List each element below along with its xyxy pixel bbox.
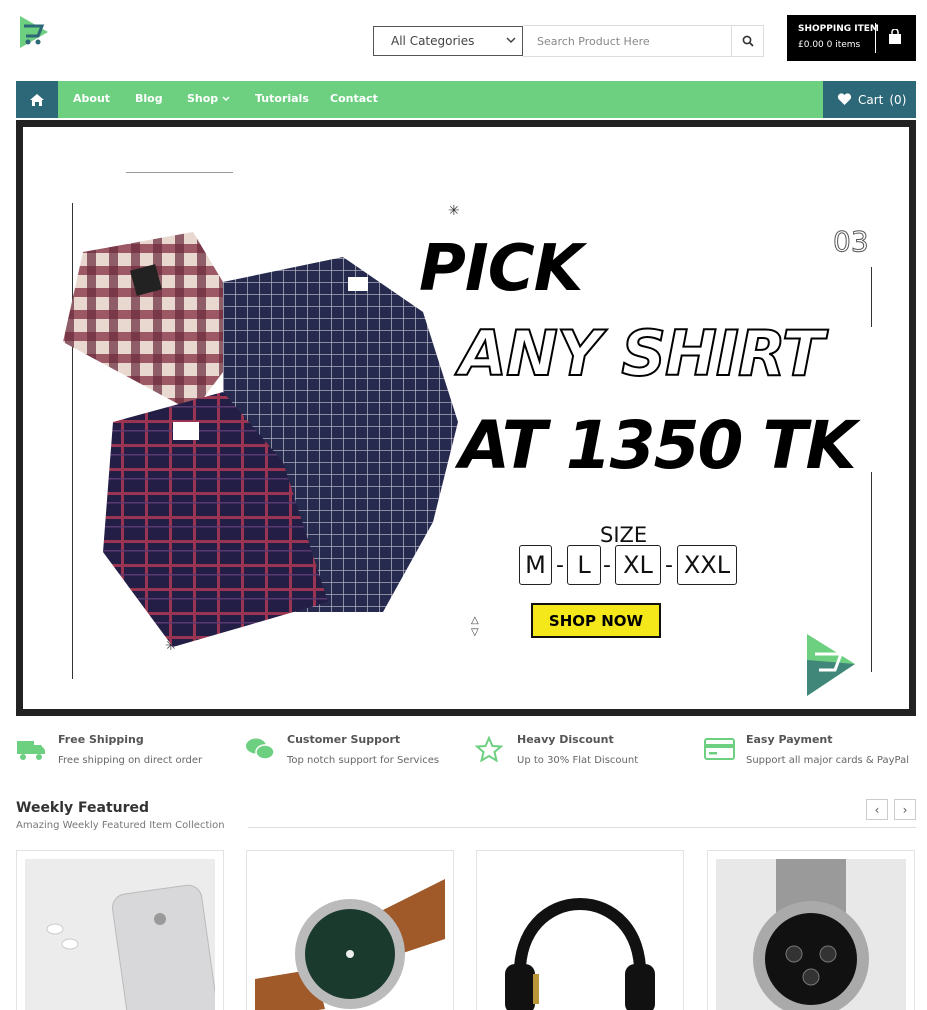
feature-title: Free Shipping [58, 733, 144, 746]
cart-box-title: SHOPPING ITEM [798, 24, 879, 34]
up-down-arrows-icon: △ ▽ [471, 615, 479, 638]
nav-home[interactable] [16, 81, 58, 118]
section-title: Weekly Featured [16, 800, 150, 816]
nav-item-tutorials[interactable]: Tutorials [255, 92, 309, 105]
feature-desc: Top notch support for Services [287, 755, 440, 766]
chevron-down-icon [506, 37, 516, 44]
shopping-cart-summary[interactable]: SHOPPING ITEM £0.00 0 items [787, 15, 916, 61]
product-card[interactable] [476, 850, 684, 1010]
feature-title: Easy Payment [746, 733, 833, 746]
truck-icon [17, 741, 45, 760]
heart-icon [837, 93, 852, 105]
category-select[interactable]: All Categories [373, 26, 523, 56]
shopping-bag-icon [889, 29, 901, 44]
decor-line [871, 472, 872, 672]
feature-desc: Up to 30% Flat Discount [517, 755, 639, 766]
section-subtitle: Amazing Weekly Featured Item Collection [16, 820, 225, 831]
category-select-value: All Categories [391, 34, 475, 48]
decor-line [126, 172, 233, 173]
chat-icon [246, 738, 275, 760]
size-option-xxl[interactable]: XXL [677, 545, 737, 585]
cart-box-divider [875, 23, 876, 53]
product-image-chronograph-watch [716, 859, 906, 1010]
carousel-prev-button[interactable]: ‹ [866, 799, 888, 820]
chevron-down-icon [222, 96, 230, 101]
hero-slide: ✳ ✳ △ ▽ PICK ANY SHIRT AT 1350 TK 03 SIZ… [23, 127, 909, 709]
nav-item-shop[interactable]: Shop [187, 92, 230, 105]
hero-headline-2: ANY SHIRT [458, 316, 825, 391]
size-separator: - [603, 553, 611, 578]
chevron-left-icon: ‹ [874, 802, 880, 817]
search-placeholder: Search Product Here [537, 34, 650, 48]
size-label: SIZE [600, 523, 648, 547]
product-card[interactable] [16, 850, 224, 1010]
product-image-headphones [485, 859, 675, 1010]
size-option-m[interactable]: M [519, 545, 552, 585]
store-logo[interactable] [16, 12, 52, 52]
brand-logo-watermark [807, 634, 855, 696]
size-separator: - [556, 553, 564, 578]
home-icon [30, 93, 44, 106]
asterisk-icon: ✳ [448, 203, 460, 219]
size-separator: - [665, 553, 673, 578]
nav-cart-button[interactable]: Cart (0) [823, 81, 916, 118]
feature-desc: Support all major cards & PayPal [746, 755, 910, 766]
product-image-green-dial-watch [255, 859, 445, 1010]
nav-item-shop-label: Shop [187, 92, 219, 105]
product-card[interactable] [707, 850, 915, 1010]
search-button[interactable] [731, 26, 763, 56]
decor-line [871, 267, 872, 327]
size-option-l[interactable]: L [567, 545, 601, 585]
hero-headline-1: PICK [419, 232, 583, 306]
shop-now-button[interactable]: SHOP NOW [531, 603, 661, 638]
search-icon [742, 35, 754, 47]
feature-title: Heavy Discount [517, 733, 614, 746]
hero-price: AT 1350 TK [459, 407, 857, 484]
product-image-iphone-airpods [25, 859, 215, 1010]
nav-item-blog[interactable]: Blog [135, 92, 163, 105]
nav-cart-count: (0) [889, 92, 907, 107]
shirts-image [63, 232, 458, 647]
carousel-next-button[interactable]: › [894, 799, 916, 820]
product-card[interactable] [246, 850, 454, 1010]
section-divider [248, 827, 916, 828]
star-icon [475, 736, 503, 762]
feature-title: Customer Support [287, 733, 401, 746]
cart-box-summary: £0.00 0 items [798, 40, 861, 50]
chevron-right-icon: › [902, 802, 908, 817]
search-input[interactable]: Search Product Here [523, 25, 764, 57]
nav-item-about[interactable]: About [73, 92, 110, 105]
size-option-xl[interactable]: XL [615, 545, 661, 585]
feature-desc: Free shipping on direct order [58, 755, 203, 766]
credit-card-icon [704, 738, 735, 760]
nav-item-contact[interactable]: Contact [330, 92, 378, 105]
nav-cart-label: Cart [858, 92, 884, 107]
slide-number: 03 [833, 225, 870, 259]
